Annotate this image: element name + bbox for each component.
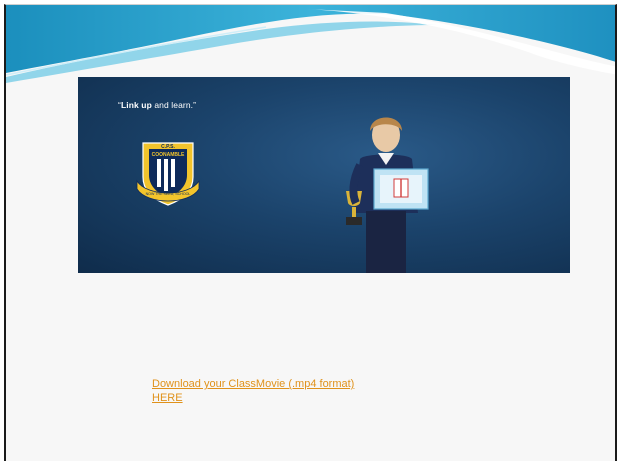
student-with-certificate-photo [346, 117, 429, 273]
download-classmovie-link[interactable]: Download your ClassMovie (.mp4 format) [152, 377, 354, 391]
banner-tagline: “Link up and learn.” [118, 100, 197, 110]
download-here-link[interactable]: HERE [152, 391, 354, 405]
slide: “Link up and learn.” C.P.S. COONAMBLE NO… [4, 4, 617, 461]
svg-text:C.P.S.: C.P.S. [161, 144, 175, 150]
svg-text:COONAMBLE: COONAMBLE [152, 152, 185, 158]
download-link-block: Download your ClassMovie (.mp4 format) H… [152, 377, 354, 405]
promo-banner: “Link up and learn.” C.P.S. COONAMBLE NO… [78, 77, 570, 273]
svg-text:NOW THE SEED, SCHOOL: NOW THE SEED, SCHOOL [146, 192, 191, 196]
tagline-bold: Link up [120, 100, 152, 110]
school-crest-logo: C.P.S. COONAMBLE NOW THE SEED, SCHOOL [136, 142, 200, 206]
